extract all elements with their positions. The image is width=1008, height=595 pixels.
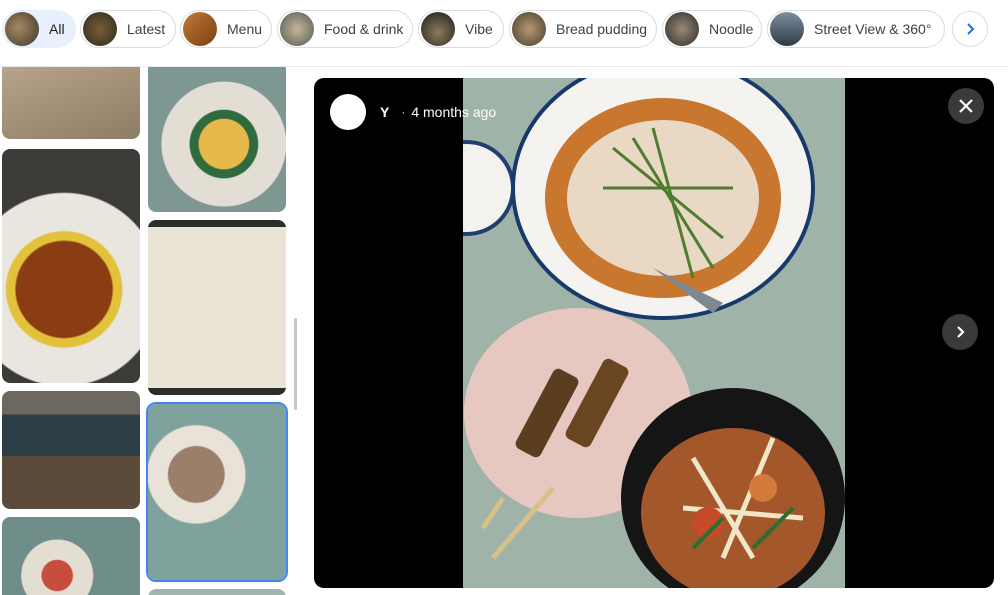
chip-label: Latest bbox=[127, 21, 166, 37]
chip-label: Street View & 360° bbox=[814, 21, 932, 37]
photo-viewer: Y · 4 months ago bbox=[314, 78, 994, 588]
chip-menu-thumbnail bbox=[183, 12, 217, 46]
chip-latest[interactable]: Latest bbox=[80, 10, 176, 48]
chip-latest-thumbnail bbox=[83, 12, 117, 46]
photo-thumbnail[interactable] bbox=[148, 220, 286, 395]
next-photo-button[interactable] bbox=[942, 314, 978, 350]
chip-vibe-thumbnail bbox=[421, 12, 455, 46]
photo-grid bbox=[0, 67, 300, 595]
chip-bread-pudding-thumbnail bbox=[512, 12, 546, 46]
chip-bread-pudding[interactable]: Bread pudding bbox=[509, 10, 657, 48]
chip-noodle[interactable]: Noodle bbox=[662, 10, 762, 48]
chevron-right-icon bbox=[967, 23, 975, 35]
photo-category-chips: All Latest Menu Food & drink Vibe Bread … bbox=[0, 10, 1008, 50]
chip-food-drink-thumbnail bbox=[280, 12, 314, 46]
chips-next-button[interactable] bbox=[952, 11, 988, 47]
photo-thumbnail[interactable] bbox=[148, 589, 286, 595]
photo-thumbnail[interactable] bbox=[2, 517, 140, 595]
chip-food-drink[interactable]: Food & drink bbox=[277, 10, 413, 48]
separator-dot: · bbox=[401, 105, 406, 119]
chip-label: Vibe bbox=[465, 21, 493, 37]
photo-info: Y · 4 months ago bbox=[330, 94, 496, 130]
chip-label: Bread pudding bbox=[556, 21, 648, 37]
photo-thumbnail[interactable] bbox=[2, 149, 140, 383]
chip-label: All bbox=[49, 21, 65, 37]
close-button[interactable] bbox=[948, 88, 984, 124]
chip-all-thumbnail bbox=[5, 12, 39, 46]
close-icon bbox=[959, 99, 973, 113]
chip-label: Menu bbox=[227, 21, 263, 37]
photo-thumbnail[interactable] bbox=[148, 67, 286, 212]
photo-thumbnail[interactable] bbox=[2, 391, 140, 509]
chip-label: Noodle bbox=[709, 21, 754, 37]
author-name[interactable]: Y bbox=[380, 104, 389, 120]
grid-scrollbar[interactable] bbox=[294, 318, 297, 410]
chip-noodle-thumbnail bbox=[665, 12, 699, 46]
chip-menu[interactable]: Menu bbox=[180, 10, 272, 48]
chip-street-view[interactable]: Street View & 360° bbox=[767, 10, 945, 48]
photo-date: 4 months ago bbox=[411, 104, 497, 120]
chip-street-view-thumbnail bbox=[770, 12, 804, 46]
author-avatar[interactable] bbox=[330, 94, 366, 130]
chip-all[interactable]: All bbox=[2, 10, 76, 48]
chip-vibe[interactable]: Vibe bbox=[418, 10, 504, 48]
photo-thumbnail[interactable] bbox=[2, 67, 140, 139]
chevron-right-icon bbox=[957, 326, 965, 338]
photo-thumbnail-selected[interactable] bbox=[146, 402, 288, 582]
main-photo bbox=[463, 78, 845, 588]
chip-label: Food & drink bbox=[324, 21, 404, 37]
food-photo-image bbox=[463, 78, 845, 588]
